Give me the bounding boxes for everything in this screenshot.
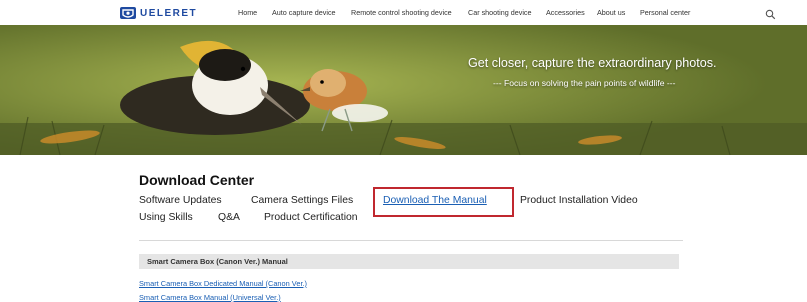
nav-remote-control-shooting-device[interactable]: Remote control shooting device	[351, 8, 452, 17]
nav-about-us[interactable]: About us	[597, 8, 625, 17]
site-header: UELERET Home Auto capture device Remote …	[0, 0, 807, 26]
banner-illustration	[0, 25, 807, 155]
banner-subtitle: --- Focus on solving the pain points of …	[493, 78, 676, 88]
search-icon[interactable]	[765, 7, 776, 20]
content-divider	[139, 240, 683, 241]
banner-title: Get closer, capture the extraordinary ph…	[468, 56, 717, 70]
tab-download-the-manual[interactable]: Download The Manual	[383, 195, 487, 206]
section-title: Smart Camera Box (Canon Ver.) Manual	[147, 257, 288, 266]
nav-personal-center[interactable]: Personal center	[640, 8, 690, 17]
page-title: Download Center	[139, 172, 255, 188]
download-center: Download Center Software Updates Camera …	[0, 155, 807, 302]
tab-software-updates[interactable]: Software Updates	[139, 195, 222, 206]
tab-qa[interactable]: Q&A	[218, 212, 240, 223]
nav-car-shooting-device[interactable]: Car shooting device	[468, 8, 532, 17]
manual-link-canon[interactable]: Smart Camera Box Dedicated Manual (Canon…	[139, 279, 307, 288]
main-nav: Home Auto capture device Remote control …	[0, 8, 807, 20]
section-header: Smart Camera Box (Canon Ver.) Manual	[139, 254, 679, 269]
hero-banner: Get closer, capture the extraordinary ph…	[0, 25, 807, 155]
nav-accessories[interactable]: Accessories	[546, 8, 585, 17]
nav-auto-capture-device[interactable]: Auto capture device	[272, 8, 336, 17]
tab-using-skills[interactable]: Using Skills	[139, 212, 193, 223]
tab-product-certification[interactable]: Product Certification	[264, 212, 358, 223]
nav-home[interactable]: Home	[238, 8, 257, 17]
tab-product-installation-video[interactable]: Product Installation Video	[520, 195, 638, 206]
tab-camera-settings-files[interactable]: Camera Settings Files	[251, 195, 353, 206]
